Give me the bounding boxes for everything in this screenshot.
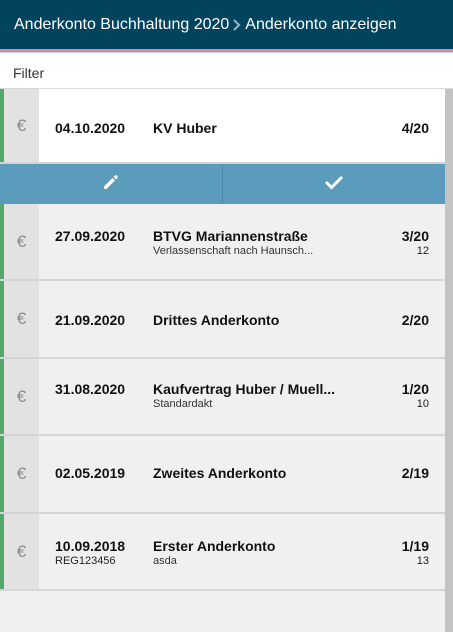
breadcrumb-parent[interactable]: Anderkonto Buchhaltung 2020 bbox=[14, 16, 229, 34]
entry-title: Drittes Anderkonto bbox=[153, 312, 280, 328]
entry-date: 02.05.2019 bbox=[55, 465, 126, 481]
account-list: € 04.10.2020 KV Huber 4/20 € 27.09.2020 … bbox=[0, 89, 445, 591]
entry-title: KV Huber bbox=[153, 120, 217, 136]
entry-count: 2/19 bbox=[401, 465, 429, 481]
entry-description: Standardakt bbox=[153, 398, 213, 410]
entry-date: 04.10.2020 bbox=[55, 120, 126, 136]
entry-reference: REG123456 bbox=[55, 555, 116, 567]
euro-icon: € bbox=[4, 359, 39, 434]
entry-title: Erster Anderkonto bbox=[153, 538, 276, 554]
list-item[interactable]: € 10.09.2018 REG123456 Erster Anderkonto… bbox=[0, 514, 445, 591]
chevron-right-icon bbox=[232, 18, 241, 31]
scrollbar[interactable] bbox=[445, 89, 453, 632]
list-item-selected[interactable]: € 04.10.2020 KV Huber 4/20 bbox=[0, 89, 445, 164]
filter-label: Filter bbox=[13, 65, 45, 81]
entry-number: 12 bbox=[416, 245, 429, 257]
entry-title: Kaufvertrag Huber / Muell... bbox=[153, 381, 336, 397]
entry-title: BTVG Mariannenstraße bbox=[153, 228, 308, 244]
checkmark-icon bbox=[324, 174, 344, 195]
edit-button[interactable] bbox=[0, 164, 222, 204]
entry-date: 10.09.2018 bbox=[55, 538, 126, 554]
app-header: Anderkonto Buchhaltung 2020 Anderkonto a… bbox=[0, 0, 453, 49]
entry-count: 2/20 bbox=[401, 312, 429, 328]
entry-number: 13 bbox=[416, 555, 429, 567]
entry-number: 10 bbox=[416, 398, 429, 410]
filter-bar[interactable]: Filter bbox=[0, 53, 453, 89]
entry-title: Zweites Anderkonto bbox=[153, 465, 287, 481]
entry-count: 1/19 bbox=[401, 538, 429, 554]
breadcrumb-current: Anderkonto anzeigen bbox=[245, 15, 397, 33]
euro-icon: € bbox=[4, 281, 39, 357]
pencil-icon bbox=[102, 173, 120, 196]
euro-icon: € bbox=[4, 514, 39, 589]
list-item[interactable]: € 31.08.2020 Kaufvertrag Huber / Muell..… bbox=[0, 359, 445, 436]
euro-icon: € bbox=[4, 436, 39, 512]
entry-date: 27.09.2020 bbox=[55, 228, 126, 244]
confirm-button[interactable] bbox=[222, 164, 445, 204]
euro-icon: € bbox=[4, 89, 39, 162]
entry-description: asda bbox=[153, 555, 177, 567]
action-bar bbox=[0, 164, 445, 204]
euro-icon: € bbox=[4, 204, 39, 279]
list-item[interactable]: € 27.09.2020 BTVG Mariannenstraße Verlas… bbox=[0, 204, 445, 281]
entry-count: 4/20 bbox=[401, 120, 429, 136]
entry-date: 21.09.2020 bbox=[55, 312, 126, 328]
list-item[interactable]: € 21.09.2020 Drittes Anderkonto 2/20 bbox=[0, 281, 445, 359]
entry-count: 1/20 bbox=[401, 381, 429, 397]
entry-count: 3/20 bbox=[401, 228, 429, 244]
entry-description: Verlassenschaft nach Haunsch... bbox=[153, 245, 314, 257]
list-item[interactable]: € 02.05.2019 Zweites Anderkonto 2/19 bbox=[0, 436, 445, 514]
entry-date: 31.08.2020 bbox=[55, 381, 126, 397]
